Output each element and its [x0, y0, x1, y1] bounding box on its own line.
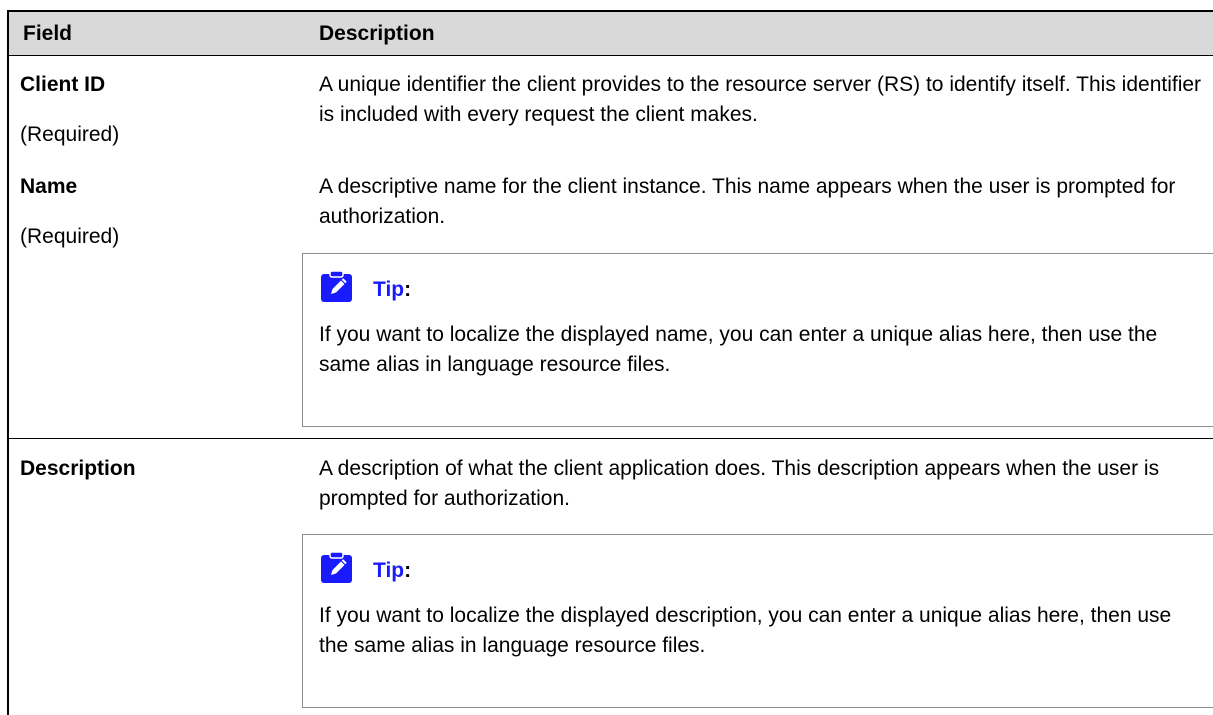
field-name: Client ID — [20, 73, 106, 96]
tip-note: Tip: If you want to localize the display… — [302, 534, 1213, 708]
pencil-note-icon — [321, 270, 352, 302]
field-name: Name — [20, 175, 78, 198]
pencil-note-icon — [321, 551, 352, 583]
tip-label: Tip — [373, 278, 405, 301]
column-header-field: Field — [23, 22, 73, 45]
field-name: Description — [20, 457, 136, 480]
table-header-row: Field Description — [7, 10, 1213, 56]
field-required-label: (Required) — [20, 225, 120, 248]
row-divider — [302, 438, 1213, 439]
tip-label: Tip — [373, 559, 405, 582]
field-description: A description of what the client applica… — [319, 457, 1160, 510]
field-required-label: (Required) — [20, 123, 120, 146]
tip-colon: : — [404, 278, 412, 301]
tip-colon: : — [404, 559, 412, 582]
row-divider — [7, 438, 302, 439]
tip-title: Tip: — [373, 558, 411, 584]
table-left-border — [7, 56, 9, 715]
tip-text: If you want to localize the displayed na… — [319, 323, 1158, 376]
tip-text: If you want to localize the displayed de… — [319, 604, 1172, 657]
tip-note: Tip: If you want to localize the display… — [302, 253, 1213, 427]
column-header-description: Description — [319, 22, 435, 45]
field-description: A unique identifier the client provides … — [319, 73, 1202, 126]
field-description: A descriptive name for the client instan… — [319, 175, 1176, 228]
parameter-table: Field Description Client ID (Required) A… — [0, 0, 1213, 715]
tip-title: Tip: — [373, 277, 411, 303]
